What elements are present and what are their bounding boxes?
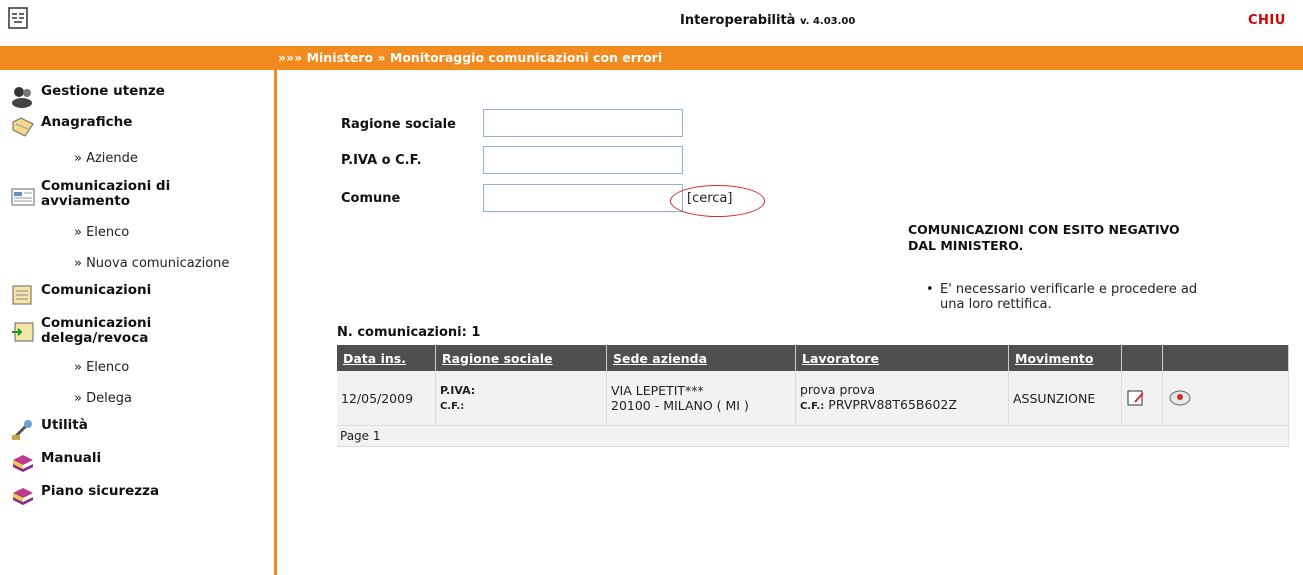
notice-title: COMUNICAZIONI CON ESITO NEGATIVO DAL MINI…: [908, 222, 1180, 253]
sidebar-subitem-elenco-delega[interactable]: » Elenco: [74, 360, 129, 375]
edit-icon[interactable]: [1126, 388, 1158, 408]
results-count: N. comunicazioni: 1: [337, 325, 481, 340]
document-arrow-icon: [10, 320, 36, 344]
close-link[interactable]: CHIU: [1248, 13, 1286, 28]
comune-label: Comune: [341, 191, 401, 206]
results-table: Data ins. Ragione sociale Sede azienda L…: [337, 345, 1289, 447]
sidebar-subitem-nuova-comunicazione[interactable]: » Nuova comunicazione: [74, 256, 229, 271]
cell-ragione-sociale: P.IVA: C.F.:: [435, 371, 607, 426]
cell-data-ins: 12/05/2009: [337, 371, 436, 426]
sidebar-subitem-aziende[interactable]: » Aziende: [74, 151, 138, 166]
breadcrumb: »»» Ministero » Monitoraggio comunicazio…: [278, 50, 663, 65]
sidebar-divider: [274, 70, 277, 575]
sidebar-item-piano-sicurezza[interactable]: Piano sicurezza: [10, 484, 159, 508]
ragione-sociale-label: Ragione sociale: [341, 117, 456, 132]
users-icon: [10, 84, 36, 108]
comune-input[interactable]: [483, 184, 683, 212]
sidebar-item-gestione-utenze[interactable]: Gestione utenze: [10, 84, 165, 108]
column-header-movimento[interactable]: Movimento: [1008, 345, 1122, 371]
books-icon: [10, 484, 36, 508]
sidebar-item-utilita[interactable]: Utilità: [10, 418, 88, 442]
sidebar-item-comunicazioni-delega-revoca[interactable]: Comunicazioni delega/revoca: [10, 316, 151, 346]
document-icon: [10, 283, 36, 307]
sidebar-item-comunicazioni-avviamento[interactable]: Comunicazioni di avviamento: [10, 179, 170, 209]
piva-label: P.IVA:: [440, 384, 476, 397]
action-cell: [1162, 371, 1289, 426]
table-row: 12/05/2009 P.IVA: C.F.: VIA LEPETIT*** 2…: [337, 371, 1289, 426]
ragione-sociale-input[interactable]: [483, 109, 683, 137]
tools-icon: [10, 418, 36, 442]
top-bar: Interoperabilità v. 4.03.00 CHIU: [0, 0, 1303, 42]
edit-cell: [1121, 371, 1163, 426]
cf-label: C.F.:: [440, 401, 465, 412]
piva-cf-input[interactable]: [483, 146, 683, 174]
column-header-ragione-sociale[interactable]: Ragione sociale: [435, 345, 607, 371]
rectify-icon[interactable]: [1167, 388, 1284, 408]
pager-row: Page 1: [337, 425, 1289, 447]
sidebar-item-manuali[interactable]: Manuali: [10, 451, 101, 475]
app-version: v. 4.03.00: [799, 16, 856, 27]
sidebar-subitem-elenco[interactable]: » Elenco: [74, 225, 129, 240]
document-icon: [10, 185, 36, 209]
column-header-sede-azienda[interactable]: Sede azienda: [606, 345, 796, 371]
cell-lavoratore: prova prova C.F.: PRVPRV88T65B602Z: [795, 371, 1009, 426]
piva-cf-label: P.IVA o C.F.: [341, 153, 422, 168]
sidebar-subitem-delega[interactable]: » Delega: [74, 391, 132, 406]
sidebar-item-comunicazioni[interactable]: Comunicazioni: [10, 283, 151, 307]
column-header-lavoratore[interactable]: Lavoratore: [795, 345, 1009, 371]
table-header-row: Data ins. Ragione sociale Sede azienda L…: [337, 345, 1289, 371]
pager: Page 1: [337, 425, 1289, 447]
app-logo-icon: [6, 6, 30, 30]
notice-bullet: E' necessario verificarle e procedere ad…: [926, 282, 1290, 312]
cerca-link[interactable]: [cerca]: [687, 191, 732, 206]
folder-icon: [10, 115, 36, 139]
column-header-data-ins[interactable]: Data ins.: [337, 345, 436, 371]
column-header-action: [1162, 345, 1289, 371]
books-icon: [10, 451, 36, 475]
app-title: Interoperabilità v. 4.03.00: [680, 13, 856, 28]
cell-sede-azienda: VIA LEPETIT*** 20100 - MILANO ( MI ): [606, 371, 796, 426]
cell-movimento: ASSUNZIONE: [1008, 371, 1122, 426]
sidebar-item-anagrafiche[interactable]: Anagrafiche: [10, 115, 132, 139]
column-header-edit: [1121, 345, 1163, 371]
